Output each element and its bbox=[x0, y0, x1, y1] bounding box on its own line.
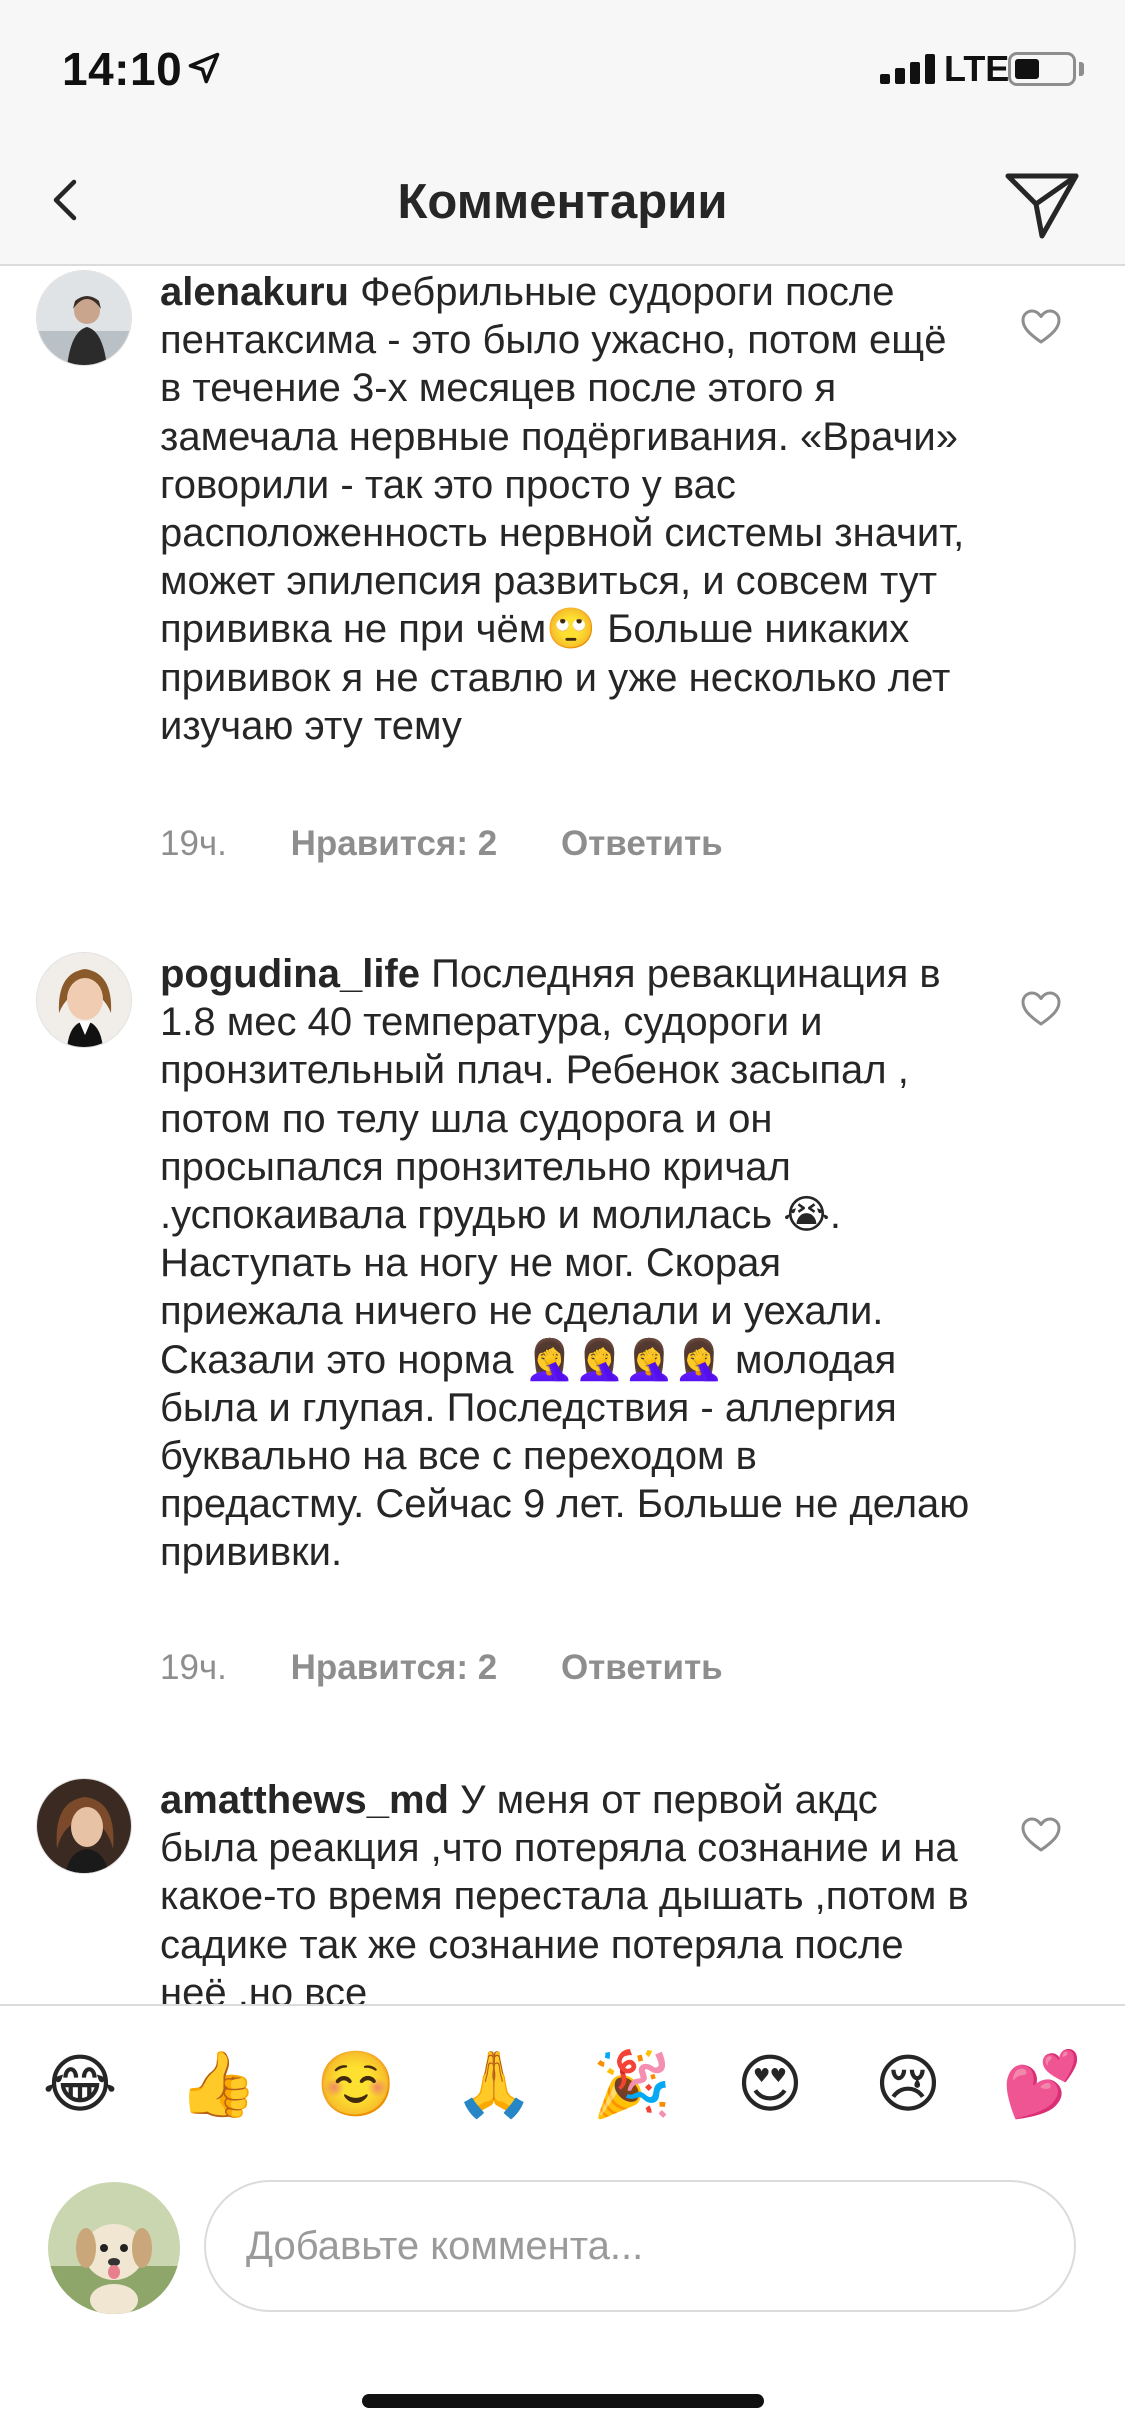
comment-text: alenakuru Фебрильные судороги после пент… bbox=[160, 268, 970, 750]
comment-input-bar bbox=[0, 2172, 1125, 2332]
emoji-button[interactable]: 🎉 bbox=[590, 2044, 674, 2124]
status-time: 14:10 bbox=[62, 43, 183, 95]
comments-list[interactable]: alenakuru Фебрильные судороги после пент… bbox=[0, 268, 1125, 2004]
comment-username[interactable]: pogudina_life bbox=[160, 952, 420, 996]
emoji-button[interactable]: 🙏 bbox=[452, 2044, 536, 2124]
avatar[interactable] bbox=[36, 270, 132, 366]
heart-icon[interactable] bbox=[1020, 308, 1062, 346]
comment-text: pogudina_life Последняя ревакцинация в 1… bbox=[160, 950, 970, 1577]
comment-input[interactable] bbox=[204, 2180, 1076, 2312]
comment-likes[interactable]: Нравится: 2 bbox=[291, 824, 498, 864]
emoji-button[interactable]: 😍 bbox=[728, 2044, 812, 2124]
avatar[interactable] bbox=[36, 1778, 132, 1874]
location-arrow-icon bbox=[188, 52, 220, 84]
comment-likes[interactable]: Нравится: 2 bbox=[291, 1648, 498, 1688]
comment-username[interactable]: amatthews_md bbox=[160, 1778, 449, 1822]
comment-time: 19ч. bbox=[160, 1648, 227, 1687]
emoji-button[interactable]: 😢 bbox=[866, 2044, 950, 2124]
direct-send-icon[interactable] bbox=[996, 160, 1086, 250]
header: Комментарии bbox=[0, 140, 1125, 266]
heart-icon[interactable] bbox=[1020, 1816, 1062, 1854]
home-indicator[interactable] bbox=[362, 2394, 764, 2408]
reply-button[interactable]: Ответить bbox=[561, 1648, 723, 1688]
heart-icon[interactable] bbox=[1020, 990, 1062, 1028]
comment-content: Последняя ревакцинация в 1.8 мес 40 темп… bbox=[160, 952, 970, 1575]
comment-time: 19ч. bbox=[160, 824, 227, 863]
emoji-button[interactable]: ☺️ bbox=[314, 2044, 398, 2124]
page-title: Комментарии bbox=[397, 175, 728, 229]
emoji-button[interactable]: 💕 bbox=[1000, 2044, 1084, 2124]
emoji-button[interactable]: 😂 bbox=[38, 2044, 122, 2124]
comment-meta: 19ч. Нравится: 2 Ответить bbox=[160, 824, 777, 864]
status-bar: 14:10 LTE bbox=[0, 0, 1125, 140]
comment-content: Фебрильные судороги после пентаксима - э… bbox=[160, 270, 965, 748]
battery-tip bbox=[1079, 62, 1084, 76]
comment-username[interactable]: alenakuru bbox=[160, 270, 349, 314]
signal-icon bbox=[880, 54, 936, 84]
battery-icon bbox=[1008, 52, 1076, 86]
network-type: LTE bbox=[944, 48, 1010, 89]
emoji-button[interactable]: 👍 bbox=[176, 2044, 260, 2124]
avatar bbox=[48, 2182, 180, 2314]
emoji-bar: 😂 👍 ☺️ 🙏 🎉 😍 😢 💕 bbox=[0, 2004, 1125, 2172]
reply-button[interactable]: Ответить bbox=[561, 824, 723, 864]
comment-text: amatthews_md У меня от первой акдс была … bbox=[160, 1776, 970, 2004]
comment-meta: 19ч. Нравится: 2 Ответить bbox=[160, 1648, 777, 1688]
avatar[interactable] bbox=[36, 952, 132, 1048]
